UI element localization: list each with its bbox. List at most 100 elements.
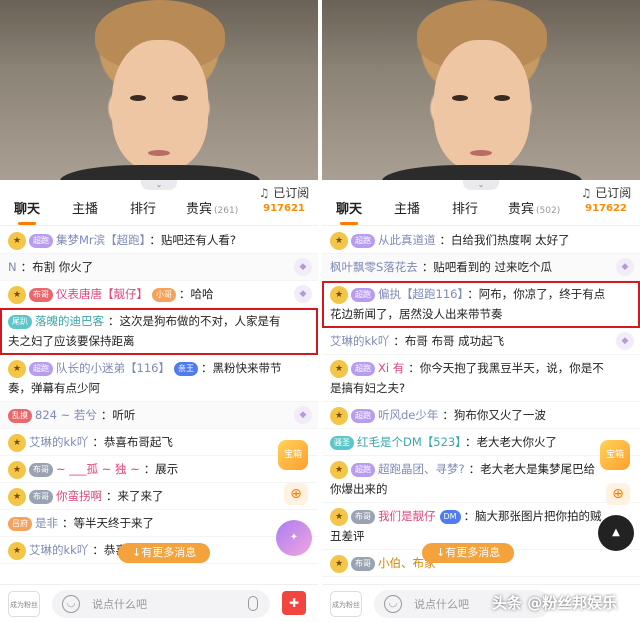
chat-nickname[interactable]: 你蛮拐啊: [56, 489, 102, 503]
tab-guests-label: 贵宾: [186, 202, 213, 217]
chat-nickname[interactable]: 枫叶飘零S落花去: [330, 260, 418, 274]
tab-host[interactable]: 主播: [72, 198, 98, 217]
shirt: [60, 165, 260, 180]
chat-message: 乱摸 824 ~ 若兮 ：听听 ◆: [0, 402, 318, 429]
avatar: ★: [330, 507, 348, 526]
chat-text: ：展示: [143, 462, 179, 476]
chat-message: ★ 布哥 ~ ___孤 ~ 独 ~ ：展示: [0, 456, 318, 483]
chat-nickname[interactable]: 我们是靓仔: [378, 509, 436, 523]
chat-message: ★ 超跑 队长的小迷弟【116】 亲王 ：黑粉快来带节奏，弹幕有点少阿: [0, 355, 318, 402]
eye: [130, 95, 146, 101]
mouth: [148, 150, 170, 156]
chat-nickname[interactable]: 听风de少年: [378, 408, 438, 422]
level-icon: ◆: [294, 258, 312, 276]
tab-rank[interactable]: 排行: [130, 198, 156, 217]
tab-guests[interactable]: 贵宾 (502): [508, 198, 560, 217]
chat-nickname[interactable]: 艾琳的kk吖: [29, 543, 88, 557]
chat-message: ★ 超跑 超跑晶团、寻梦? ：老大老大是集梦尾巴给你爆出来的: [322, 456, 640, 503]
emoji-icon[interactable]: ◡: [384, 595, 402, 613]
chat-nickname[interactable]: 偏执【超跑116】: [378, 287, 463, 301]
live-video[interactable]: [322, 0, 640, 180]
subscribe-button[interactable]: ♫ 已订阅 917621: [254, 184, 314, 226]
avatar: ★: [8, 487, 26, 506]
chat-nickname[interactable]: 队长的小迷弟【116】: [56, 361, 170, 375]
chat-text: ：听听: [100, 408, 136, 422]
eye: [172, 95, 188, 101]
chat-nickname[interactable]: 超跑晶团、寻梦?: [378, 462, 465, 476]
chat-nickname[interactable]: Xi 有: [378, 361, 404, 375]
live-video[interactable]: [0, 0, 318, 180]
highlighted-chat-message: ★ 超跑 偏执【超跑116】 ：阿布，你凉了，终于有点花边新闻了，居然没人出来带节奏: [322, 281, 640, 328]
chat-nickname[interactable]: 集梦Mr滨【超跑】: [56, 233, 145, 247]
bell-icon: ♫: [580, 186, 592, 200]
chat-list[interactable]: ★ 超跑 从此真道道 ：白给我们热度啊 太好了 枫叶飘零S落花去 ：贴吧看到的 过来吃个…: [322, 227, 640, 582]
chat-nickname[interactable]: 824 ~ 若兮: [35, 408, 97, 422]
chat-message: ★ 布哥 仪表唐唐【靓仔】 小哥 ：哈哈 ◆: [0, 281, 318, 308]
treasure-box-icon[interactable]: 宝箱: [278, 440, 308, 470]
chat-input-placeholder: 说点什么吧: [92, 598, 147, 611]
cart-icon[interactable]: ⊕: [606, 483, 630, 505]
title-badge: DM: [439, 509, 461, 524]
subscribe-button[interactable]: ♫ 已订阅 917622: [576, 184, 636, 226]
chat-message: ★艾琳的kk吖 ：恭喜布哥起飞: [0, 429, 318, 456]
fan-badge: 超跑: [29, 361, 53, 376]
fan-badge: 超跑: [351, 361, 375, 376]
chat-nickname[interactable]: 仪表唐唐【靓仔】: [56, 287, 148, 301]
emoji-icon[interactable]: ◡: [62, 595, 80, 613]
promo-icon[interactable]: ✦: [276, 520, 312, 556]
bottom-bar: 成为粉丝 ◡ 说点什么吧 ✚: [0, 584, 318, 622]
chat-input[interactable]: ◡ 说点什么吧: [52, 590, 270, 618]
more-messages-button[interactable]: ↓有更多消息: [118, 543, 211, 563]
mic-icon[interactable]: [248, 596, 258, 611]
tab-guests[interactable]: 贵宾 (261): [186, 198, 238, 217]
avatar: ★: [330, 285, 348, 304]
tab-chat[interactable]: 聊天: [14, 198, 40, 225]
chat-text: ：恭喜布哥起飞: [92, 435, 173, 449]
chat-message: ★ 超跑 Xi 有：你今天抱了我黑豆半天，说，你是不是搞有妇之夫?: [322, 355, 640, 402]
more-messages-button[interactable]: ↓有更多消息: [422, 543, 515, 563]
chat-message: 吕府 是非 ：等半天终于来了: [0, 510, 318, 537]
collapse-chevron-icon[interactable]: ⌄: [463, 180, 499, 190]
chat-text: ：布割 你火了: [20, 260, 94, 274]
chat-nickname[interactable]: 是非: [35, 516, 58, 530]
chat-nickname[interactable]: ~ ___孤 ~ 独 ~: [56, 462, 140, 476]
chat-nickname[interactable]: 艾琳的kk吖: [330, 334, 389, 348]
collapse-chevron-icon[interactable]: ⌄: [141, 180, 177, 190]
level-icon: ◆: [294, 285, 312, 303]
treasure-box-icon[interactable]: 宝箱: [600, 440, 630, 470]
chat-message: 艾琳的kk吖 ：布哥 布哥 成功起飞 ◆: [322, 328, 640, 355]
chat-message: 枫叶飘零S落花去 ：贴吧看到的 过来吃个瓜 ◆: [322, 254, 640, 281]
gift-icon[interactable]: ✚: [282, 591, 306, 615]
tab-rank[interactable]: 排行: [452, 198, 478, 217]
level-icon: ◆: [616, 258, 634, 276]
avatar: ★: [330, 460, 348, 479]
chat-message: ★ 布哥 你蛮拐啊 ：来了来了: [0, 483, 318, 510]
chat-nickname[interactable]: 红毛是个DM【523】: [357, 435, 461, 449]
avatar: ★: [8, 285, 26, 304]
chat-nickname[interactable]: N: [8, 260, 17, 274]
wolf-icon[interactable]: ▲: [598, 515, 634, 551]
chat-nickname[interactable]: 艾琳的kk吖: [29, 435, 88, 449]
eye: [452, 95, 468, 101]
tab-host[interactable]: 主播: [394, 198, 420, 217]
chat-nickname[interactable]: 落魄的迪巴客: [35, 314, 104, 328]
watermark: 头条 @粉丝邦娱乐: [492, 594, 618, 612]
eye: [494, 95, 510, 101]
become-fan-button[interactable]: 成为粉丝: [8, 591, 40, 617]
chat-text: ：哈哈: [179, 287, 214, 301]
subscriber-count: 917622: [585, 203, 627, 214]
cart-icon[interactable]: ⊕: [284, 483, 308, 505]
chat-text: ：布哥 布哥 成功起飞: [393, 334, 505, 348]
chat-message: ★ 超跑 从此真道道 ：白给我们热度啊 太好了: [322, 227, 640, 254]
avatar: ★: [8, 460, 26, 479]
guest-count: (502): [536, 206, 561, 216]
tab-chat[interactable]: 聊天: [336, 198, 362, 225]
chat-nickname[interactable]: 从此真道道: [378, 233, 436, 247]
chat-list[interactable]: ★ 超跑 集梦Mr滨【超跑】 ：贴吧还有人看? N ：布割 你火了 ◆ ★ 布哥 仪表唐唐【…: [0, 227, 318, 582]
avatar: ★: [330, 231, 348, 250]
level-icon: ◆: [294, 406, 312, 424]
fan-badge: 布哥: [351, 509, 375, 524]
chat-message: N ：布割 你火了 ◆: [0, 254, 318, 281]
chat-text: ：等半天终于来了: [62, 516, 154, 530]
become-fan-button[interactable]: 成为粉丝: [330, 591, 362, 617]
